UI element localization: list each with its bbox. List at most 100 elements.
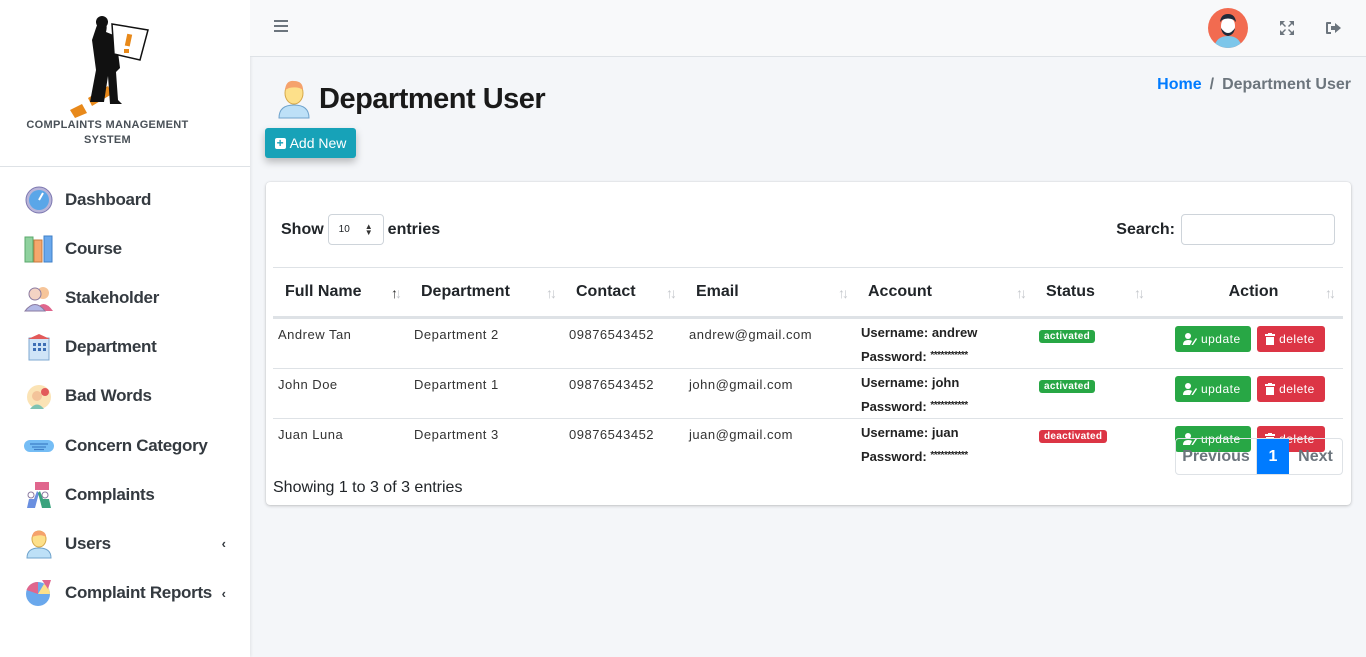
status-badge: activated (1039, 380, 1096, 393)
expand-icon[interactable] (1279, 20, 1295, 36)
cell-full-name: Andrew Tan (273, 317, 409, 369)
avatar[interactable] (1208, 8, 1248, 48)
hamburger-icon[interactable] (274, 20, 288, 34)
user-edit-icon (1182, 383, 1197, 395)
pagination-next[interactable]: Next (1289, 439, 1342, 474)
trash-icon (1265, 333, 1276, 345)
column-header-account[interactable]: Account ↑↓ (856, 267, 1034, 319)
password-mask: *********** (930, 350, 968, 361)
column-header-contact[interactable]: Contact ↑↓ (564, 267, 684, 319)
sidebar-item-bad-words[interactable]: Bad Words (0, 372, 250, 421)
sidebar-nav: Dashboard Course Stakeholder Department … (0, 167, 250, 618)
sidebar-item-stakeholder[interactable]: Stakeholder (0, 273, 250, 322)
select-arrows-icon: ▲ ▼ (364, 221, 373, 237)
sidebar-item-concern-category[interactable]: Concern Category (0, 421, 250, 470)
sidebar-item-users[interactable]: Users ‹ (0, 519, 250, 568)
column-header-full-name[interactable]: Full Name ↑↓ (273, 267, 409, 319)
cell-email: john@gmail.com (684, 368, 856, 419)
sort-icon: ↑↓ (546, 285, 557, 301)
user-icon (24, 529, 54, 559)
column-header-email[interactable]: Email ↑↓ (684, 267, 856, 319)
breadcrumb-current: Department User (1222, 76, 1351, 93)
cell-full-name: Juan Luna (278, 427, 344, 442)
cell-action: update delete (1152, 368, 1343, 419)
cell-department: Department 2 (409, 317, 564, 369)
pagination: Previous 1 Next (1175, 438, 1343, 475)
cell-full-name: John Doe (273, 368, 409, 419)
pagination-previous[interactable]: Previous (1176, 439, 1257, 474)
username: juan (931, 425, 959, 440)
cell-email: andrew@gmail.com (684, 317, 856, 369)
cell-status: deactivated (1034, 419, 1152, 469)
search-control: Search: (1116, 214, 1335, 245)
cell-status: activated (1034, 368, 1152, 419)
plus-square-icon: + (274, 135, 286, 150)
brand-title: COMPLAINTS MANAGEMENT SYSTEM (26, 119, 189, 146)
breadcrumb: Home / Department User (1157, 76, 1351, 94)
sort-icon: ↑↓ (1016, 285, 1027, 301)
complaints-icon (24, 480, 54, 510)
pagination-page-1[interactable]: 1 (1257, 439, 1289, 474)
page-title: Department User (319, 82, 546, 115)
sort-icon: ↑↓ (666, 285, 677, 301)
pie-chart-icon (24, 578, 54, 608)
category-icon (24, 431, 54, 461)
search-input[interactable] (1181, 214, 1335, 245)
department-user-icon (278, 80, 310, 119)
username: andrew (931, 325, 978, 340)
brand[interactable]: COMPLAINTS MANAGEMENT SYSTEM (0, 0, 250, 167)
cell-contact: 09876543452 (564, 317, 684, 369)
cell-email: juan@gmail.com (689, 427, 794, 442)
sort-icon: ↑↓ (1325, 285, 1336, 301)
password-mask: *********** (930, 400, 968, 411)
status-badge: activated (1039, 330, 1096, 343)
cell-account: Username: juan Password: *********** (861, 425, 968, 464)
page-length-select[interactable]: 10 ▲ ▼ (327, 214, 384, 245)
sidebar: COMPLAINTS MANAGEMENT SYSTEM Dashboard C… (0, 0, 250, 657)
building-icon (24, 332, 54, 362)
page-header: Department User (277, 79, 546, 119)
dashboard-gauge-icon (24, 185, 54, 215)
sort-icon: ↑↓ (391, 285, 402, 301)
stakeholder-people-icon (24, 283, 54, 313)
update-button[interactable]: update (1174, 326, 1251, 352)
status-badge: deactivated (1039, 430, 1108, 443)
sort-icon: ↑↓ (1134, 285, 1145, 301)
cell-department: Department 1 (409, 368, 564, 419)
logo-icon (70, 16, 149, 118)
column-header-status[interactable]: Status ↑↓ (1034, 267, 1152, 319)
sidebar-item-complaint-reports[interactable]: Complaint Reports ‹ (0, 569, 250, 618)
cell-status: activated (1034, 317, 1152, 369)
sidebar-item-course[interactable]: Course (0, 224, 250, 273)
user-edit-icon (1182, 333, 1197, 345)
cell-account: Username: andrew Password: *********** (856, 317, 1034, 369)
update-button[interactable]: update (1174, 376, 1251, 402)
cell-department: Department 3 (414, 427, 499, 442)
page-length-control: Show 10 ▲ ▼ entries (281, 214, 440, 245)
delete-button[interactable]: delete (1257, 376, 1326, 402)
trash-icon (1265, 383, 1276, 395)
breadcrumb-home-link[interactable]: Home (1157, 76, 1201, 94)
add-new-button[interactable]: + Add New (265, 128, 356, 158)
sidebar-item-dashboard[interactable]: Dashboard (0, 175, 250, 224)
sidebar-item-department[interactable]: Department (0, 323, 250, 372)
chevron-left-icon[interactable]: ‹ (222, 586, 226, 601)
delete-button[interactable]: delete (1257, 326, 1326, 352)
table-row: John Doe Department 1 09876543452 john@g… (273, 368, 1343, 419)
password-mask: *********** (930, 450, 968, 461)
table-header-row: Full Name ↑↓ Department ↑↓ Contact ↑↓ Email… (273, 267, 1343, 319)
logout-icon[interactable] (1325, 20, 1342, 36)
books-icon (24, 234, 54, 264)
column-header-action[interactable]: Action ↑↓ (1152, 267, 1343, 319)
chevron-left-icon[interactable]: ‹ (222, 536, 226, 551)
table-info: Showing 1 to 3 of 3 entries (273, 479, 463, 496)
breadcrumb-separator: / (1209, 76, 1215, 93)
cell-action: update delete (1152, 317, 1343, 369)
sidebar-item-complaints[interactable]: Complaints (0, 470, 250, 519)
department-users-card: Show 10 ▲ ▼ entries Search: Full Name ↑↓ D… (266, 182, 1351, 505)
column-header-department[interactable]: Department ↑↓ (409, 267, 564, 319)
bad-words-icon (24, 381, 54, 411)
sort-icon: ↑↓ (838, 285, 849, 301)
cell-contact: 09876543452 (564, 368, 684, 419)
cell-contact: 09876543452 (569, 427, 655, 442)
